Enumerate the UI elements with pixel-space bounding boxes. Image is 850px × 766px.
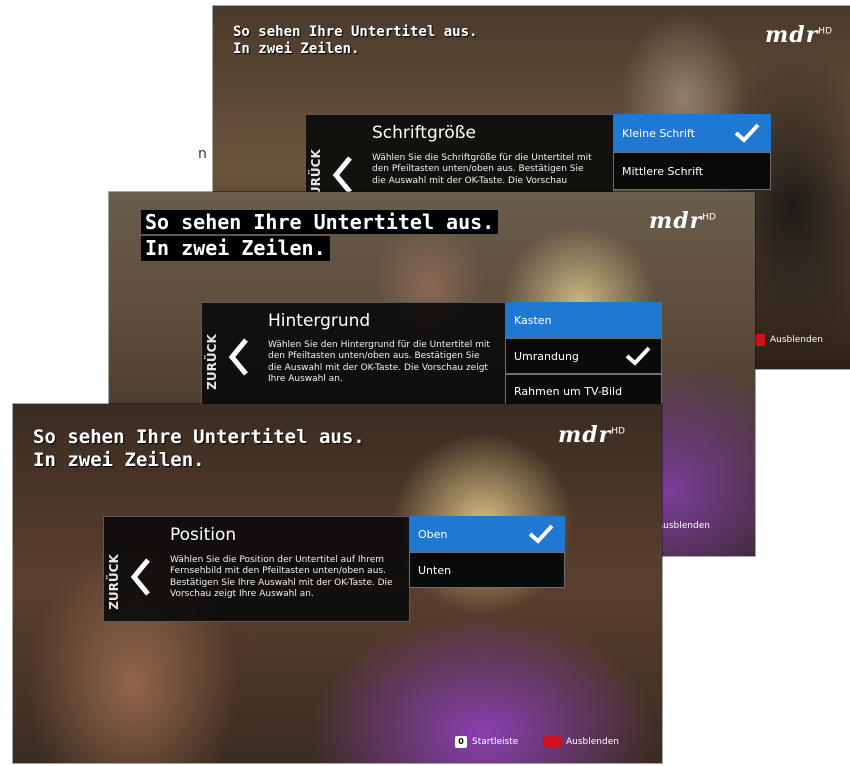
red-key-icon <box>543 736 561 748</box>
subtitle-preview: So sehen Ihre Untertitel aus. In zwei Ze… <box>33 426 365 472</box>
panel-title: Schriftgröße <box>372 123 476 143</box>
panel-description: Wählen Sie die Position der Untertitel a… <box>170 555 393 599</box>
option-label: Rahmen um TV-Bild <box>514 384 623 398</box>
subtitle-line-2: In zwei Zeilen. <box>141 236 330 261</box>
mdr-logo: mdrHD <box>649 208 716 234</box>
hide-label: Ausblenden <box>566 737 619 747</box>
subtitle-preview: So sehen Ihre Untertitel aus. In zwei Ze… <box>233 24 477 58</box>
panel-title: Position <box>170 525 237 545</box>
panel-title: Hintergrund <box>268 311 371 331</box>
settings-panel: ZURÜCK Hintergrund Wählen Sie den Hinter… <box>201 302 507 408</box>
back-label: ZURÜCK <box>106 554 121 610</box>
option-label: Mittlere Schrift <box>622 164 704 178</box>
mdr-logo: mdrHD <box>558 422 625 448</box>
option-label: Kleine Schrift <box>622 126 695 140</box>
hide-label: Ausblenden <box>770 335 823 345</box>
subtitle-line-1: So sehen Ihre Untertitel aus. <box>33 426 365 448</box>
subtitle-line-1: So sehen Ihre Untertitel aus. <box>141 210 499 235</box>
option-rahmen-um-tv-bild[interactable]: Rahmen um TV-Bild <box>505 374 662 408</box>
chevron-left-icon <box>228 338 248 376</box>
back-label: ZURÜCK <box>204 334 219 390</box>
back-button[interactable]: ZURÜCK <box>202 303 262 407</box>
subtitle-line-2: In zwei Zeilen. <box>33 449 205 472</box>
option-kasten[interactable]: Kasten <box>505 302 662 338</box>
checkmark-icon <box>734 123 760 143</box>
option-label: Oben <box>418 527 448 541</box>
checkmark-icon <box>625 346 651 366</box>
footer-startleiste: 0 Startleiste <box>455 736 518 748</box>
key-0-icon: 0 <box>455 736 467 748</box>
panel-description: Wählen Sie den Hintergrund für die Unter… <box>268 340 490 384</box>
back-button[interactable]: ZURÜCK <box>104 517 164 621</box>
stray-text: n <box>198 146 207 162</box>
startleiste-label: Startleiste <box>472 737 519 747</box>
option-label: Umrandung <box>514 349 579 363</box>
settings-panel: ZURÜCK Position Wählen Sie die Position … <box>103 516 410 622</box>
checkmark-icon <box>528 524 554 544</box>
subtitle-line-2: In zwei Zeilen. <box>233 41 360 58</box>
option-unten[interactable]: Unten <box>409 552 565 588</box>
option-kleine-schrift[interactable]: Kleine Schrift <box>613 114 771 152</box>
footer-hide: Ausblenden <box>657 521 710 531</box>
subtitle-preview: So sehen Ihre Untertitel aus. In zwei Ze… <box>141 210 499 263</box>
option-label: Kasten <box>514 313 552 327</box>
option-mittlere-schrift[interactable]: Mittlere Schrift <box>613 152 771 190</box>
chevron-left-icon <box>130 558 150 596</box>
hide-label: Ausblenden <box>657 521 710 531</box>
option-label: Unten <box>418 563 452 577</box>
footer-hide: Ausblenden <box>753 334 823 346</box>
option-umrandung[interactable]: Umrandung <box>505 338 662 374</box>
subtitle-line-1: So sehen Ihre Untertitel aus. <box>233 24 478 40</box>
option-oben[interactable]: Oben <box>409 516 565 552</box>
panel-description: Wählen Sie die Schriftgröße für die Unte… <box>372 153 592 186</box>
screenshot-position: So sehen Ihre Untertitel aus. In zwei Ze… <box>13 404 662 763</box>
mdr-logo: mdrHD <box>765 22 832 48</box>
chevron-left-icon <box>332 156 352 194</box>
footer-hide: Ausblenden <box>543 736 619 748</box>
